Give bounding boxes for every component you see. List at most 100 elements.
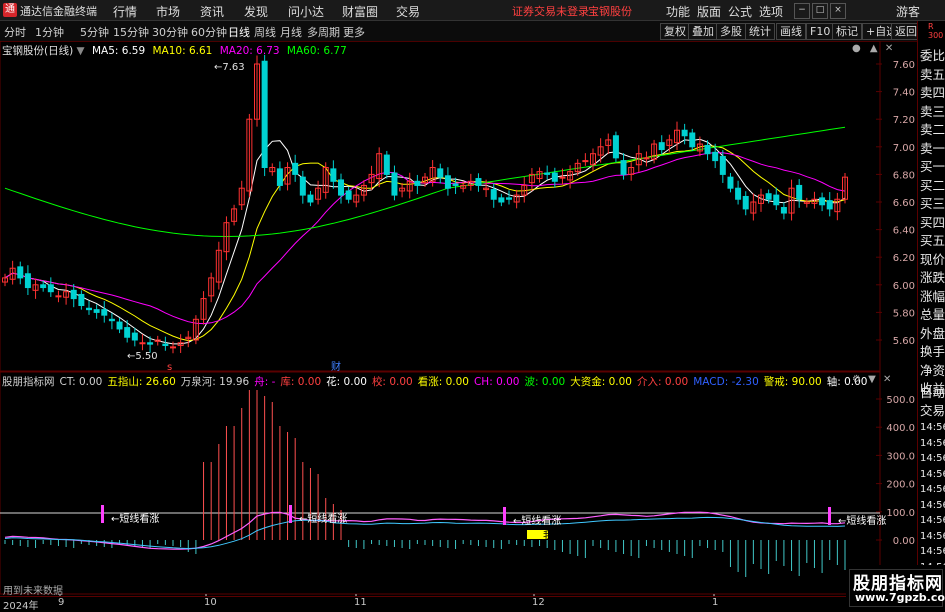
ma10-value: MA10: 6.61	[152, 45, 213, 57]
tick-time: 14:56	[920, 437, 945, 449]
expand-icon[interactable]: ▲	[870, 43, 878, 54]
maximize-icon[interactable]: □	[812, 3, 828, 19]
indicator-legend-item: 波: 0.00	[524, 376, 566, 388]
indicator-legend-item: 库: 0.00	[280, 376, 322, 388]
stock-title[interactable]: 宝钢股份(日线)	[2, 45, 73, 57]
period-more[interactable]: 更多	[343, 24, 365, 40]
tick-time: 14:56	[920, 499, 945, 511]
menu-bar: 通 通达信金融终端 行情 市场 资讯 发现 问小达 财富圈 交易 证券交易未登录…	[0, 0, 945, 21]
indicator-panel-frame	[0, 371, 881, 595]
menu-wenxiaoda[interactable]: 问小达	[288, 3, 324, 20]
signal-bar	[289, 505, 292, 523]
side-panel-item: 买四	[920, 214, 945, 230]
candle-down	[299, 176, 306, 196]
indicator-legend: 股朋指标网 CT: 0.00 五指山: 26.60 万泉河: 19.96 舟: - 库: …	[2, 374, 872, 389]
quote-side-panel: R 300 委比 卖五 卖四 卖三 卖二 卖一 买一 买二 买三 买四 买五 现价 涨跌 涨幅 总量 外盘 换手净…	[917, 21, 945, 609]
toolbar-diejia[interactable]: 叠加	[688, 23, 718, 40]
settings-icon[interactable]: ⚙	[852, 374, 861, 385]
menu-banmian[interactable]: 版面	[697, 3, 721, 20]
indicator-legend-item: 五指山: 26.60	[107, 376, 176, 388]
panel-controls[interactable]: ● ▲ ✕	[852, 43, 893, 54]
period-day[interactable]: 日线	[228, 24, 250, 40]
side-panel-item: 卖二	[920, 122, 945, 137]
login-notice[interactable]: 证券交易未登录	[512, 3, 589, 19]
indicator-panel-controls[interactable]: ⚙ ▼ ✕	[852, 374, 891, 385]
toolbar-huaxian[interactable]: 画线	[776, 23, 806, 40]
indicator-legend-item: CH: 0.00	[473, 376, 520, 388]
candle-down	[162, 343, 169, 347]
candle-up	[582, 160, 589, 163]
panel-close-icon[interactable]: ✕	[885, 43, 893, 54]
price-axis-label: 6.20	[893, 253, 915, 264]
date-month-10: 10	[204, 597, 217, 608]
candle-down	[338, 179, 344, 196]
period-30min[interactable]: 30分钟	[152, 24, 188, 40]
period-15min[interactable]: 15分钟	[113, 24, 149, 40]
period-60min[interactable]: 60分钟	[191, 24, 227, 40]
close-icon[interactable]: ×	[830, 3, 846, 19]
period-multi[interactable]: 多周期	[307, 24, 340, 40]
period-fenshi[interactable]: 分时	[4, 24, 26, 40]
menu-jiaoyi[interactable]: 交易	[396, 3, 420, 20]
date-month-1: 1	[712, 597, 719, 608]
side-panel-item: 净资	[920, 362, 945, 378]
lock-icon[interactable]: ●	[852, 43, 861, 54]
period-month[interactable]: 月线	[280, 24, 302, 40]
guest-label[interactable]: 游客	[896, 3, 920, 20]
candle-down	[612, 135, 619, 159]
toolbar-f10[interactable]: F10	[806, 23, 835, 40]
indicator-axis-label: 300.0	[886, 451, 915, 462]
high-price-label: ←7.63	[214, 62, 245, 73]
candle-up	[55, 295, 62, 298]
side-panel-item: 涨幅	[920, 288, 945, 304]
tick-time: 14:56	[920, 453, 945, 464]
toolbar-duogu[interactable]: 多股	[716, 23, 746, 40]
indicator-legend-item: 大资金: 0.00	[570, 376, 632, 388]
kline-chart[interactable]: 7.60 7.40 7.20 7.00 6.80 6.60 6.40 6.20 6.00 5.80…	[0, 41, 919, 609]
watermark: 股朋指标网 www.7gpzb.com	[846, 565, 945, 609]
menu-zixun[interactable]: 资讯	[200, 3, 224, 20]
finance-marker: 财	[331, 360, 341, 373]
ma20-value: MA20: 6.73	[219, 45, 280, 57]
collapse-icon[interactable]: ▼	[868, 374, 876, 385]
menu-xuanxiang[interactable]: 选项	[759, 3, 783, 20]
app-title: 通达信金融终端	[20, 5, 97, 18]
menu-faxian[interactable]: 发现	[244, 3, 268, 20]
candle-down	[131, 332, 138, 341]
period-week[interactable]: 周线	[254, 24, 276, 40]
indicator-legend-item: 介入: 0.00	[636, 376, 689, 388]
menu-caifuquan[interactable]: 财富圈	[342, 3, 378, 20]
menu-gongshi[interactable]: 公式	[728, 3, 752, 20]
future-data-note: 用到未来数据	[3, 586, 63, 597]
candles	[2, 54, 848, 354]
watermark-url: www.7gpzb.com	[855, 591, 945, 604]
ma60-value: MA60: 6.77	[286, 45, 347, 57]
app-logo-icon: 通	[3, 3, 17, 17]
toolbar-tongji[interactable]: 统计	[745, 23, 775, 40]
minimize-icon[interactable]: −	[794, 3, 810, 19]
period-1min[interactable]: 1分钟	[35, 24, 64, 40]
price-axis-label: 7.00	[893, 143, 915, 154]
candle-down	[719, 155, 726, 175]
indicator-bars	[4, 390, 846, 577]
indicator-legend-item: 看涨: 0.00	[417, 376, 469, 388]
candle-down	[70, 289, 77, 300]
side-panel-item: 买三	[920, 196, 945, 211]
short-term-bullish-label: ←短线看涨	[299, 512, 347, 525]
period-toolbar: 分时 1分钟 5分钟 15分钟 30分钟 60分钟 日线 周线 月线 多周期 更…	[0, 21, 945, 42]
price-axis-label: 6.40	[893, 226, 915, 237]
toolbar-fuquan[interactable]: 复权	[660, 23, 690, 40]
candle-down	[101, 309, 108, 316]
legend-dropdown-icon[interactable]: ▼	[77, 45, 85, 57]
menu-shichang[interactable]: 市场	[156, 3, 180, 20]
menu-gongneng[interactable]: 功能	[666, 3, 690, 20]
toolbar-biaoji[interactable]: 标记	[832, 23, 862, 40]
period-5min[interactable]: 5分钟	[80, 24, 109, 40]
indicator-close-icon[interactable]: ✕	[883, 374, 891, 385]
candle-up	[643, 157, 650, 160]
side-tab[interactable]: 交易	[920, 402, 945, 420]
side-tab[interactable]: 自动	[920, 384, 945, 402]
tick-time: 14:56	[920, 515, 945, 526]
menu-hangqing[interactable]: 行情	[113, 3, 137, 20]
price-axis-label: 6.80	[893, 170, 915, 181]
